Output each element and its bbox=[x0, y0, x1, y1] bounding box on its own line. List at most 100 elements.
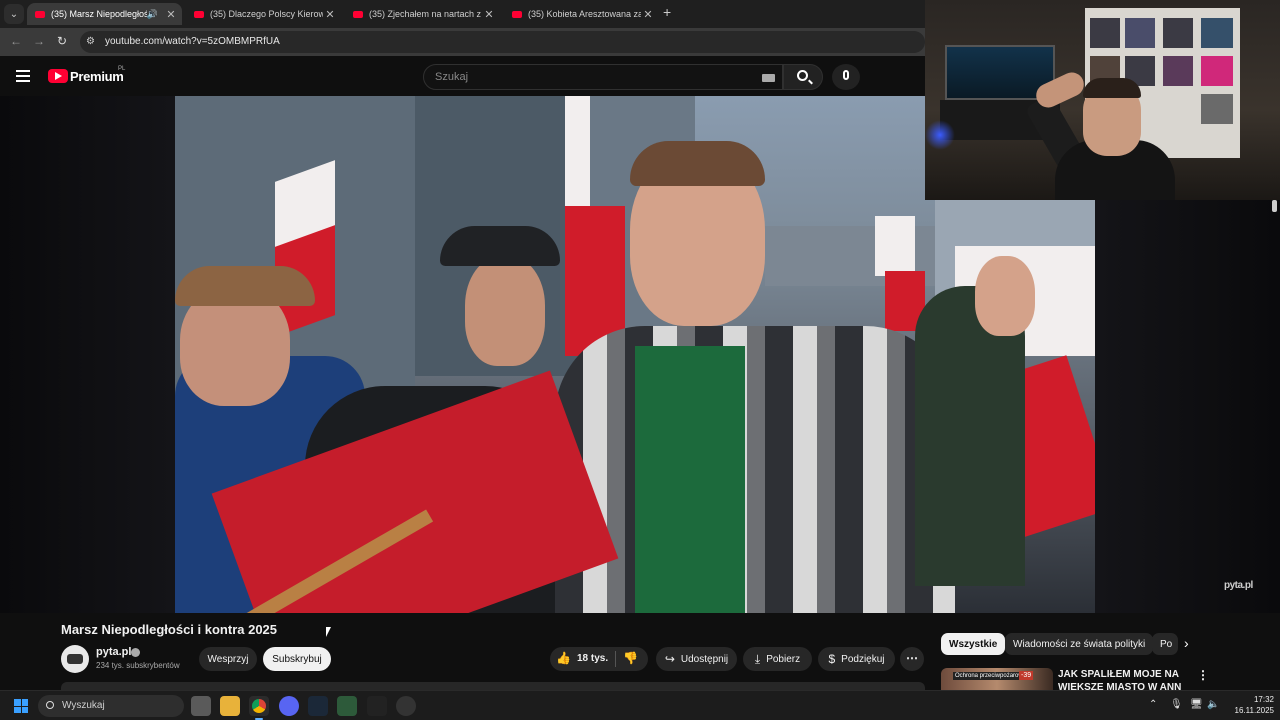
volume-icon[interactable]: 🔈 bbox=[1207, 699, 1219, 710]
thanks-dollar-icon: $ bbox=[828, 652, 836, 666]
microphone-icon bbox=[843, 70, 849, 80]
like-separator bbox=[615, 651, 616, 667]
close-icon[interactable]: ✕ bbox=[482, 8, 496, 21]
thanks-label: Podziękuj bbox=[841, 653, 885, 665]
url-text: youtube.com/watch?v=5zOMBMPRfUA bbox=[105, 36, 280, 47]
close-icon[interactable]: ✕ bbox=[323, 8, 337, 21]
youtube-premium-logo-text[interactable]: Premium bbox=[70, 69, 124, 84]
youtube-header: Premium PL Szukaj bbox=[0, 56, 925, 96]
forward-arrow-icon[interactable]: → bbox=[31, 34, 47, 50]
mouse-cursor-icon bbox=[326, 627, 336, 637]
search-icon bbox=[46, 701, 54, 709]
tray-chevron-up-icon[interactable]: ⌃ bbox=[1149, 699, 1157, 710]
chip-label: Wiadomości ze świata polityki bbox=[1013, 638, 1146, 650]
taskbar-search[interactable]: Wyszukaj bbox=[38, 695, 184, 717]
kebab-menu-icon[interactable]: ⋮ bbox=[1197, 668, 1209, 682]
chevron-right-icon[interactable]: › bbox=[1184, 635, 1189, 651]
tab-title: (35) Dlaczego Polscy Kierowcy bbox=[210, 9, 323, 19]
youtube-favicon-icon bbox=[353, 10, 363, 18]
network-icon[interactable]: 🖥 bbox=[1190, 699, 1203, 710]
streamer-webcam-overlay bbox=[925, 0, 1280, 200]
youtube-favicon-icon bbox=[35, 10, 45, 18]
more-actions-label: ⋯ bbox=[906, 651, 918, 665]
clock-time: 17:32 bbox=[1253, 695, 1274, 704]
dislike-thumb-down-icon[interactable]: 👎 bbox=[623, 651, 638, 665]
youtube-favicon-icon bbox=[194, 10, 204, 18]
player-letterbox-left bbox=[0, 96, 175, 613]
tab-search-chevron-icon[interactable]: ⌄ bbox=[4, 4, 24, 24]
chip-politics[interactable]: Wiadomości ze świata polityki bbox=[1005, 633, 1154, 655]
keyboard-icon[interactable] bbox=[762, 74, 775, 82]
site-info-icon[interactable]: ⚙ bbox=[86, 36, 98, 48]
region-code: PL bbox=[118, 66, 126, 72]
subscribe-button[interactable]: Subskrybuj bbox=[263, 647, 331, 671]
obs-icon[interactable] bbox=[396, 696, 416, 716]
chip-partial[interactable]: Po bbox=[1152, 633, 1178, 655]
taskbar-search-placeholder: Wyszukaj bbox=[62, 700, 105, 711]
share-label: Udostępnij bbox=[680, 653, 729, 665]
tab-title: (35) Kobieta Aresztowana za Uj bbox=[528, 9, 641, 19]
verified-check-icon bbox=[131, 648, 140, 657]
speaker-icon[interactable]: 🔊 bbox=[147, 9, 158, 20]
more-actions-button[interactable]: ⋯ bbox=[900, 647, 924, 671]
close-icon[interactable]: ✕ bbox=[164, 8, 178, 21]
thumbnail-badge: Ochrona przeciwpożarowa bbox=[953, 672, 1029, 680]
file-explorer-icon[interactable] bbox=[220, 696, 240, 716]
tab-kobieta[interactable]: (35) Kobieta Aresztowana za Uj ✕ bbox=[504, 3, 659, 25]
video-title: Marsz Niepodległości i kontra 2025 bbox=[61, 622, 278, 637]
thanks-button[interactable]: $ Podziękuj bbox=[818, 647, 895, 671]
chip-all[interactable]: Wszystkie bbox=[941, 633, 1006, 655]
search-icon bbox=[797, 70, 808, 81]
like-count[interactable]: 18 tys. bbox=[577, 653, 608, 664]
recommended-thumbnail[interactable]: Ochrona przeciwpożarowa -39 bbox=[941, 668, 1053, 690]
search-placeholder: Szukaj bbox=[435, 71, 469, 83]
thumbnail-price-badge: -39 bbox=[1019, 671, 1034, 680]
youtube-favicon-icon bbox=[512, 10, 522, 18]
new-tab-plus-icon[interactable]: + bbox=[663, 4, 679, 22]
browser-tab-bar: ⌄ (35) Marsz Niepodległości 🔊 ✕ (35) Dla… bbox=[0, 0, 925, 28]
chip-label: Po bbox=[1160, 638, 1173, 650]
subscribe-label: Subskrybuj bbox=[272, 653, 322, 665]
system-clock[interactable]: 17:32 16.11.2025 bbox=[1226, 694, 1274, 716]
tab-title: (35) Marsz Niepodległości bbox=[51, 9, 147, 19]
url-field[interactable]: ⚙ youtube.com/watch?v=5zOMBMPRfUA bbox=[80, 31, 925, 53]
windows-taskbar: Wyszukaj ⌃ 🎙 🖥 🔈 17:32 16.11.2025 bbox=[0, 690, 1280, 720]
windows-start-icon[interactable] bbox=[14, 699, 28, 713]
chip-label: Wszystkie bbox=[949, 638, 998, 650]
excel-icon[interactable] bbox=[337, 696, 357, 716]
tab-kierowcy[interactable]: (35) Dlaczego Polscy Kierowcy ✕ bbox=[186, 3, 341, 25]
back-arrow-icon[interactable]: ← bbox=[8, 34, 24, 50]
search-input[interactable]: Szukaj bbox=[423, 64, 783, 90]
like-thumb-up-icon[interactable]: 👍 bbox=[556, 651, 571, 665]
download-button[interactable]: ⤓ Pobierz bbox=[743, 647, 812, 671]
voice-search-button[interactable] bbox=[832, 64, 860, 90]
address-bar-row: ← → ↻ ⚙ youtube.com/watch?v=5zOMBMPRfUA bbox=[0, 28, 925, 56]
tab-marsz[interactable]: (35) Marsz Niepodległości 🔊 ✕ bbox=[27, 3, 182, 25]
epic-games-icon[interactable] bbox=[367, 696, 387, 716]
description-box[interactable] bbox=[61, 682, 925, 690]
discord-icon[interactable] bbox=[279, 696, 299, 716]
search-button[interactable] bbox=[783, 64, 823, 90]
channel-name[interactable]: pyta.pl bbox=[96, 646, 131, 658]
subscriber-count: 234 tys. subskrybentów bbox=[96, 661, 180, 670]
support-label: Wesprzyj bbox=[207, 653, 249, 665]
menu-hamburger-icon[interactable] bbox=[16, 70, 30, 82]
share-button[interactable]: ↪ Udostępnij bbox=[656, 647, 737, 671]
steam-icon[interactable] bbox=[308, 696, 328, 716]
channel-watermark: pyta.pl bbox=[1224, 580, 1253, 591]
channel-avatar[interactable] bbox=[61, 645, 89, 673]
clock-date: 16.11.2025 bbox=[1234, 706, 1274, 715]
share-arrow-icon: ↪ bbox=[664, 652, 675, 666]
close-icon[interactable]: ✕ bbox=[641, 8, 655, 21]
download-label: Pobierz bbox=[766, 653, 801, 665]
chrome-icon[interactable] bbox=[249, 696, 269, 720]
page-scrollbar[interactable] bbox=[1272, 200, 1277, 212]
download-icon: ⤓ bbox=[754, 651, 761, 666]
task-view-icon[interactable] bbox=[191, 696, 211, 716]
recommended-title[interactable]: JAK SPALIŁEM MOJE NA WIĘKSZE MIASTO W AN… bbox=[1058, 668, 1193, 690]
microphone-tray-icon[interactable]: 🎙 bbox=[1170, 699, 1183, 710]
reload-icon[interactable]: ↻ bbox=[54, 34, 70, 50]
support-button[interactable]: Wesprzyj bbox=[199, 647, 257, 671]
youtube-logo-icon[interactable] bbox=[48, 69, 68, 83]
tab-narty[interactable]: (35) Zjechałem na nartach z Mo ✕ bbox=[345, 3, 500, 25]
